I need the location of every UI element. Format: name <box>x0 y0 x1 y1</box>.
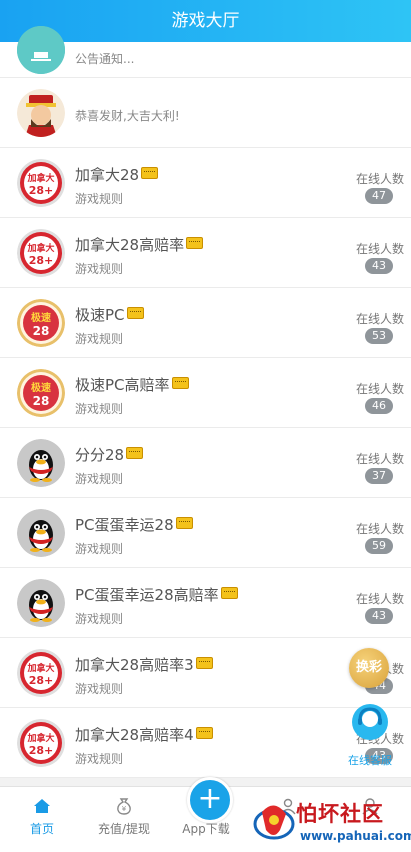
svg-text:28+: 28+ <box>29 744 54 757</box>
game-rules-link[interactable]: 游戏规则 <box>75 540 123 557</box>
svg-text:28: 28 <box>33 324 50 338</box>
svg-text:¥: ¥ <box>122 805 127 813</box>
game-row[interactable]: PC蛋蛋幸运28高赔率游戏规则 在线人数 43 <box>0 568 411 638</box>
nav-app-label: App下载 <box>182 822 230 836</box>
online-service-button[interactable]: 在线客服 <box>346 704 396 767</box>
game-name: PC蛋蛋幸运28高赔率 <box>75 584 238 605</box>
online-count-badge: 53 <box>365 328 393 344</box>
header-title: 游戏大厅 <box>0 0 411 42</box>
game-row[interactable]: PC蛋蛋幸运28 游戏规则 在线人数 59 <box>0 498 411 568</box>
svg-text:加拿大: 加拿大 <box>26 172 54 184</box>
svg-text:加拿大: 加拿大 <box>26 242 54 254</box>
jianada-28-ball-icon: 加拿大 28+ <box>17 649 65 697</box>
jianada-28-ball-icon: 加拿大 28+ <box>17 229 65 277</box>
watermark-url: www.pahuai.com <box>300 829 411 843</box>
game-name: 极速PC高赔率 <box>75 374 189 395</box>
vip-badge-icon <box>175 517 193 529</box>
game-row[interactable]: 加拿大 28+ 加拿大28 游戏规则 在线人数 47 <box>0 148 411 218</box>
nav-app-download[interactable]: App下载 <box>165 787 247 852</box>
svg-text:加拿大: 加拿大 <box>26 732 54 744</box>
game-rules-link[interactable]: 游戏规则 <box>75 470 123 487</box>
penguin-icon <box>17 439 65 487</box>
vip-badge-icon <box>195 657 213 669</box>
online-count-badge: 43 <box>365 258 393 274</box>
vip-badge-icon <box>141 167 159 179</box>
notice-text: 公告通知... <box>75 52 135 66</box>
game-rules-link[interactable]: 游戏规则 <box>75 610 123 627</box>
online-count-label: 在线人数 <box>355 382 404 396</box>
game-row[interactable]: 加拿大 28+ 加拿大28高赔率游戏规则 在线人数 43 <box>0 218 411 288</box>
game-name: 极速PC <box>75 304 144 325</box>
svg-text:28+: 28+ <box>29 184 54 197</box>
svg-text:28+: 28+ <box>29 674 54 687</box>
watermark-name: 怕坏社区 <box>296 802 384 826</box>
vip-badge-icon <box>126 447 144 459</box>
game-row[interactable]: 极速 28 极速PC高赔率游戏规则 在线人数 46 <box>0 358 411 428</box>
online-count-label: 在线人数 <box>355 172 404 186</box>
game-name: 加拿大28高赔率 <box>75 234 204 255</box>
game-rules-link[interactable]: 游戏规则 <box>75 400 123 417</box>
vip-badge-icon <box>220 587 238 599</box>
online-count-label: 在线人数 <box>355 452 404 466</box>
online-count-badge: 59 <box>365 538 393 554</box>
game-name: 加拿大28 <box>75 164 159 185</box>
fortune-god-icon <box>17 89 65 137</box>
online-count-label: 在线人数 <box>355 522 404 536</box>
game-name: 加拿大28高赔率3 <box>75 654 213 675</box>
watermark-emblem-icon <box>253 805 295 840</box>
online-count-label: 在线人数 <box>355 242 404 256</box>
watermark-logo: 怕坏社区 www.pahuai.com <box>250 796 411 851</box>
game-rules-link[interactable]: 游戏规则 <box>75 260 123 277</box>
game-rules-link[interactable]: 游戏规则 <box>75 330 123 347</box>
game-row[interactable]: 分分28 游戏规则 在线人数 37 <box>0 428 411 498</box>
money-bag-icon: ¥ <box>117 798 131 815</box>
svg-text:极速: 极速 <box>31 381 51 394</box>
game-rules-link[interactable]: 游戏规则 <box>75 680 123 697</box>
change-lottery-button[interactable]: 换彩 <box>349 648 389 688</box>
game-row[interactable]: 极速 28 极速PC 游戏规则 在线人数 53 <box>0 288 411 358</box>
nav-recharge-label: 充值/提现 <box>97 822 151 836</box>
nav-home-label: 首页 <box>29 822 54 836</box>
jisu-28-ball-icon: 极速 28 <box>17 369 65 417</box>
nav-home[interactable]: 首页 <box>1 787 83 852</box>
jianada-28-ball-icon: 加拿大 28+ <box>17 159 65 207</box>
vip-badge-icon <box>186 237 204 249</box>
home-icon <box>34 799 50 813</box>
svg-text:28: 28 <box>33 394 50 408</box>
jianada-28-ball-icon: 加拿大 28+ <box>17 719 65 767</box>
nav-recharge[interactable]: ¥ 充值/提现 <box>83 787 165 852</box>
game-rules-link[interactable]: 游戏规则 <box>75 190 123 207</box>
game-name: 加拿大28高赔率4 <box>75 724 213 745</box>
online-count-badge: 46 <box>365 398 393 414</box>
game-rules-link[interactable]: 游戏规则 <box>75 750 123 767</box>
welcome-row: 恭喜发财,大吉大利! <box>0 78 411 148</box>
online-count-badge: 43 <box>365 608 393 624</box>
game-name: 分分28 <box>75 444 144 465</box>
online-count-label: 在线人数 <box>355 312 404 326</box>
online-count-badge: 37 <box>365 468 393 484</box>
vip-badge-icon <box>171 377 189 389</box>
penguin-icon <box>17 509 65 557</box>
vip-badge-icon <box>195 727 213 739</box>
jisu-28-ball-icon: 极速 28 <box>17 299 65 347</box>
penguin-icon <box>17 579 65 627</box>
online-count-badge: 47 <box>365 188 393 204</box>
svg-text:28+: 28+ <box>29 254 54 267</box>
announcement-icon <box>17 26 65 74</box>
svg-text:加拿大: 加拿大 <box>26 662 54 674</box>
online-count-label: 在线人数 <box>355 592 404 606</box>
online-service-label: 在线客服 <box>348 754 392 767</box>
svg-text:极速: 极速 <box>31 311 51 324</box>
customer-service-icon <box>352 704 388 740</box>
game-name: PC蛋蛋幸运28 <box>75 514 193 535</box>
notice-row[interactable]: 公告通知... <box>0 26 411 78</box>
vip-badge-icon <box>126 307 144 319</box>
welcome-text: 恭喜发财,大吉大利! <box>75 109 180 123</box>
